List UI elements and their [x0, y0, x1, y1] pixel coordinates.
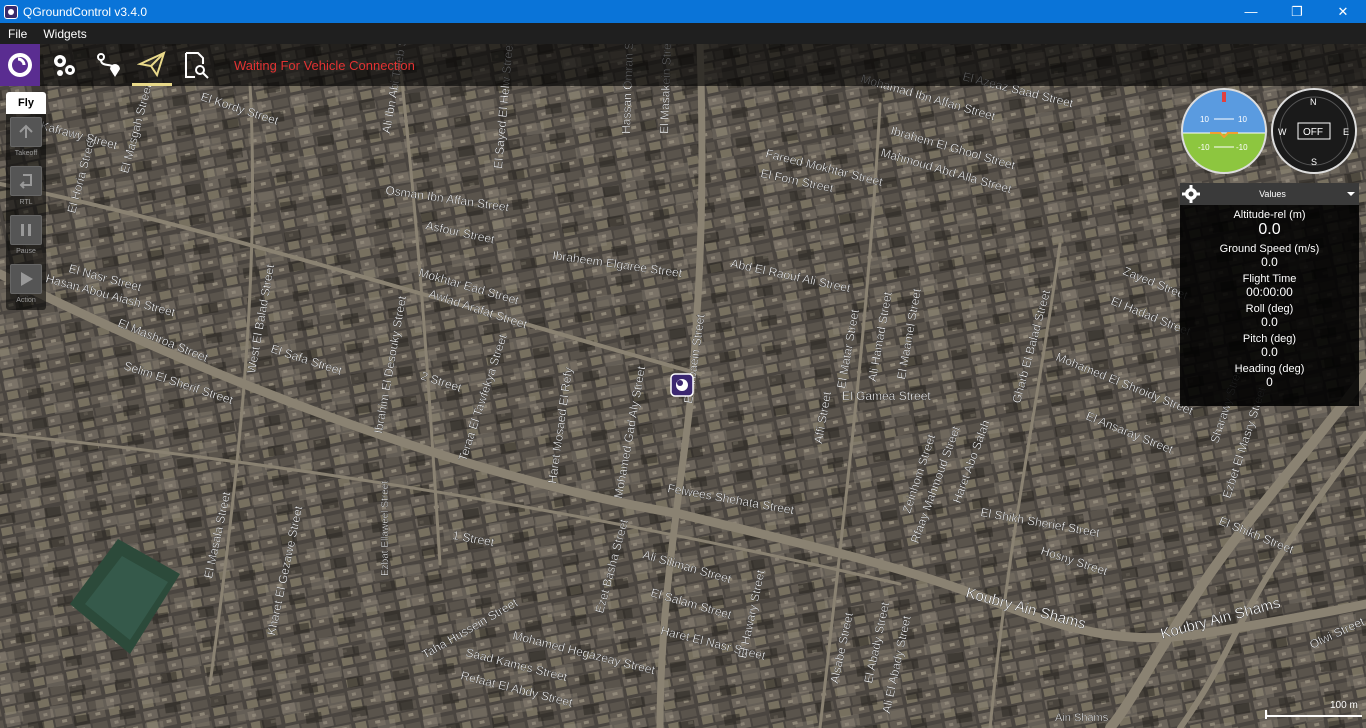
map-canvas: El Kordy Street Mohamad Ibn Affan Street… [0, 44, 1366, 728]
qgc-app-icon [4, 4, 18, 19]
vehicle-home-marker-icon[interactable] [670, 373, 694, 397]
value-label: Pitch (deg) [1242, 333, 1297, 345]
value-reading: 0.0 [1261, 315, 1278, 329]
fly-tool-panel: Fly Takeoff RTL Pause Action [6, 92, 46, 310]
value-label: Ground Speed (m/s) [1219, 243, 1320, 255]
pause-icon [10, 215, 42, 245]
values-panel: Values Altitude-rel (m) 0.0 Ground Speed… [1180, 183, 1359, 406]
value-label: Heading (deg) [1234, 363, 1305, 375]
compass-status-label: OFF [1303, 127, 1323, 138]
restore-button[interactable]: ❐ [1274, 0, 1320, 23]
chevron-down-icon[interactable] [1343, 186, 1359, 202]
value-reading: 0 [1266, 375, 1273, 389]
compass-indicator: N E S W OFF [1270, 87, 1358, 175]
window-titlebar: QGroundControl v3.4.0 — ❐ ✕ [0, 0, 1366, 23]
rtl-label: RTL [19, 199, 33, 206]
value-row-roll: Roll (deg) 0.0 [1180, 303, 1359, 329]
connection-status-text: Waiting For Vehicle Connection [234, 57, 415, 73]
values-gear-icon[interactable] [1180, 183, 1202, 205]
value-label: Flight Time [1242, 273, 1297, 285]
value-label: Altitude-rel (m) [1233, 209, 1306, 221]
fly-panel-title: Fly [6, 92, 46, 114]
value-reading: 00:00:00 [1246, 285, 1293, 299]
attitude-indicator: 10 10 -10 -10 [1180, 87, 1268, 175]
value-row-ground-speed: Ground Speed (m/s) 0.0 [1180, 243, 1359, 269]
value-row-altitude: Altitude-rel (m) 0.0 [1180, 209, 1359, 239]
pitch-tick-label: -10 [1236, 143, 1248, 152]
plan-route-icon[interactable] [88, 44, 128, 86]
compass-south-label: S [1311, 157, 1317, 167]
pause-label: Pause [16, 248, 36, 255]
value-reading: 0.0 [1258, 221, 1281, 238]
street-label: El Gamea Street [842, 389, 931, 403]
compass-east-label: E [1343, 127, 1349, 137]
value-reading: 0.0 [1261, 255, 1278, 269]
takeoff-icon [10, 117, 42, 147]
fly-paper-plane-icon[interactable] [132, 44, 172, 86]
value-row-heading: Heading (deg) 0 [1180, 363, 1359, 389]
menu-widgets[interactable]: Widgets [35, 27, 94, 41]
pitch-tick-label: 10 [1238, 115, 1247, 124]
rtl-icon [10, 166, 42, 196]
values-panel-header: Values [1180, 183, 1359, 205]
minimize-button[interactable]: — [1228, 0, 1274, 23]
qgc-logo-icon[interactable] [0, 44, 40, 86]
action-label: Action [16, 297, 36, 304]
menu-file[interactable]: File [0, 27, 35, 41]
satellite-map[interactable]: El Kordy Street Mohamad Ibn Affan Street… [0, 44, 1366, 728]
rtl-button[interactable]: RTL [6, 163, 46, 212]
value-label: Roll (deg) [1245, 303, 1294, 315]
pause-button[interactable]: Pause [6, 212, 46, 261]
value-reading: 0.0 [1261, 345, 1278, 359]
pitch-tick-label: 10 [1200, 115, 1209, 124]
street-label: Ezbat Ellaweel Street [380, 481, 391, 576]
settings-gears-icon[interactable] [44, 44, 84, 86]
menu-bar: File Widgets [0, 23, 1366, 44]
close-button[interactable]: ✕ [1320, 0, 1366, 23]
takeoff-label: Takeoff [14, 150, 38, 157]
value-row-flight-time: Flight Time 00:00:00 [1180, 273, 1359, 299]
action-button[interactable]: Action [6, 261, 46, 310]
pitch-tick-label: -10 [1198, 143, 1210, 152]
main-toolbar: Waiting For Vehicle Connection [0, 44, 1366, 86]
scale-label: 100 m [1330, 700, 1358, 711]
window-title: QGroundControl v3.4.0 [23, 4, 148, 19]
takeoff-button[interactable]: Takeoff [6, 114, 46, 163]
action-play-icon [10, 264, 42, 294]
value-row-pitch: Pitch (deg) 0.0 [1180, 333, 1359, 359]
values-panel-title: Values [1259, 189, 1286, 199]
analyze-document-icon[interactable] [176, 44, 216, 86]
street-label: Ain Shams [1055, 712, 1109, 724]
compass-north-label: N [1310, 97, 1317, 107]
compass-west-label: W [1278, 127, 1287, 137]
